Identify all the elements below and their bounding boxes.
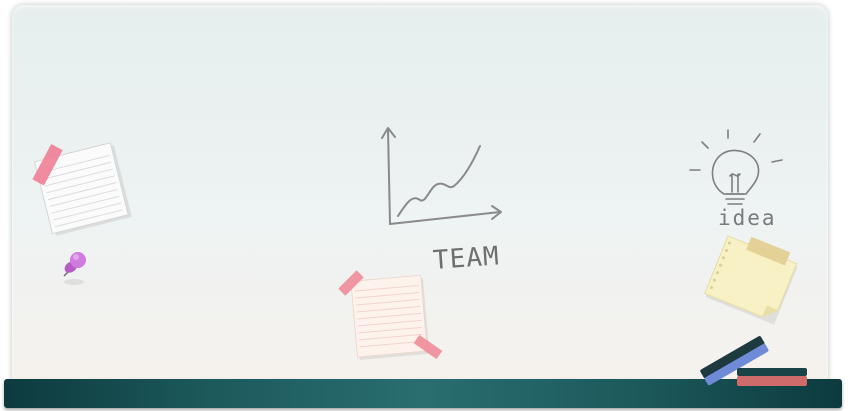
whiteboard-scene: TEAM idea [0, 0, 850, 411]
lightbulb-caption: idea [718, 206, 777, 230]
sticky-note-icon [338, 270, 443, 360]
sticky-note-icon [32, 142, 132, 236]
chalk-icon[interactable] [736, 366, 810, 390]
lightbulb-sketch-icon [689, 129, 783, 205]
line-chart-sketch-icon [381, 127, 502, 225]
pushpin-icon [63, 252, 86, 285]
sticky-note-icon [704, 235, 798, 325]
